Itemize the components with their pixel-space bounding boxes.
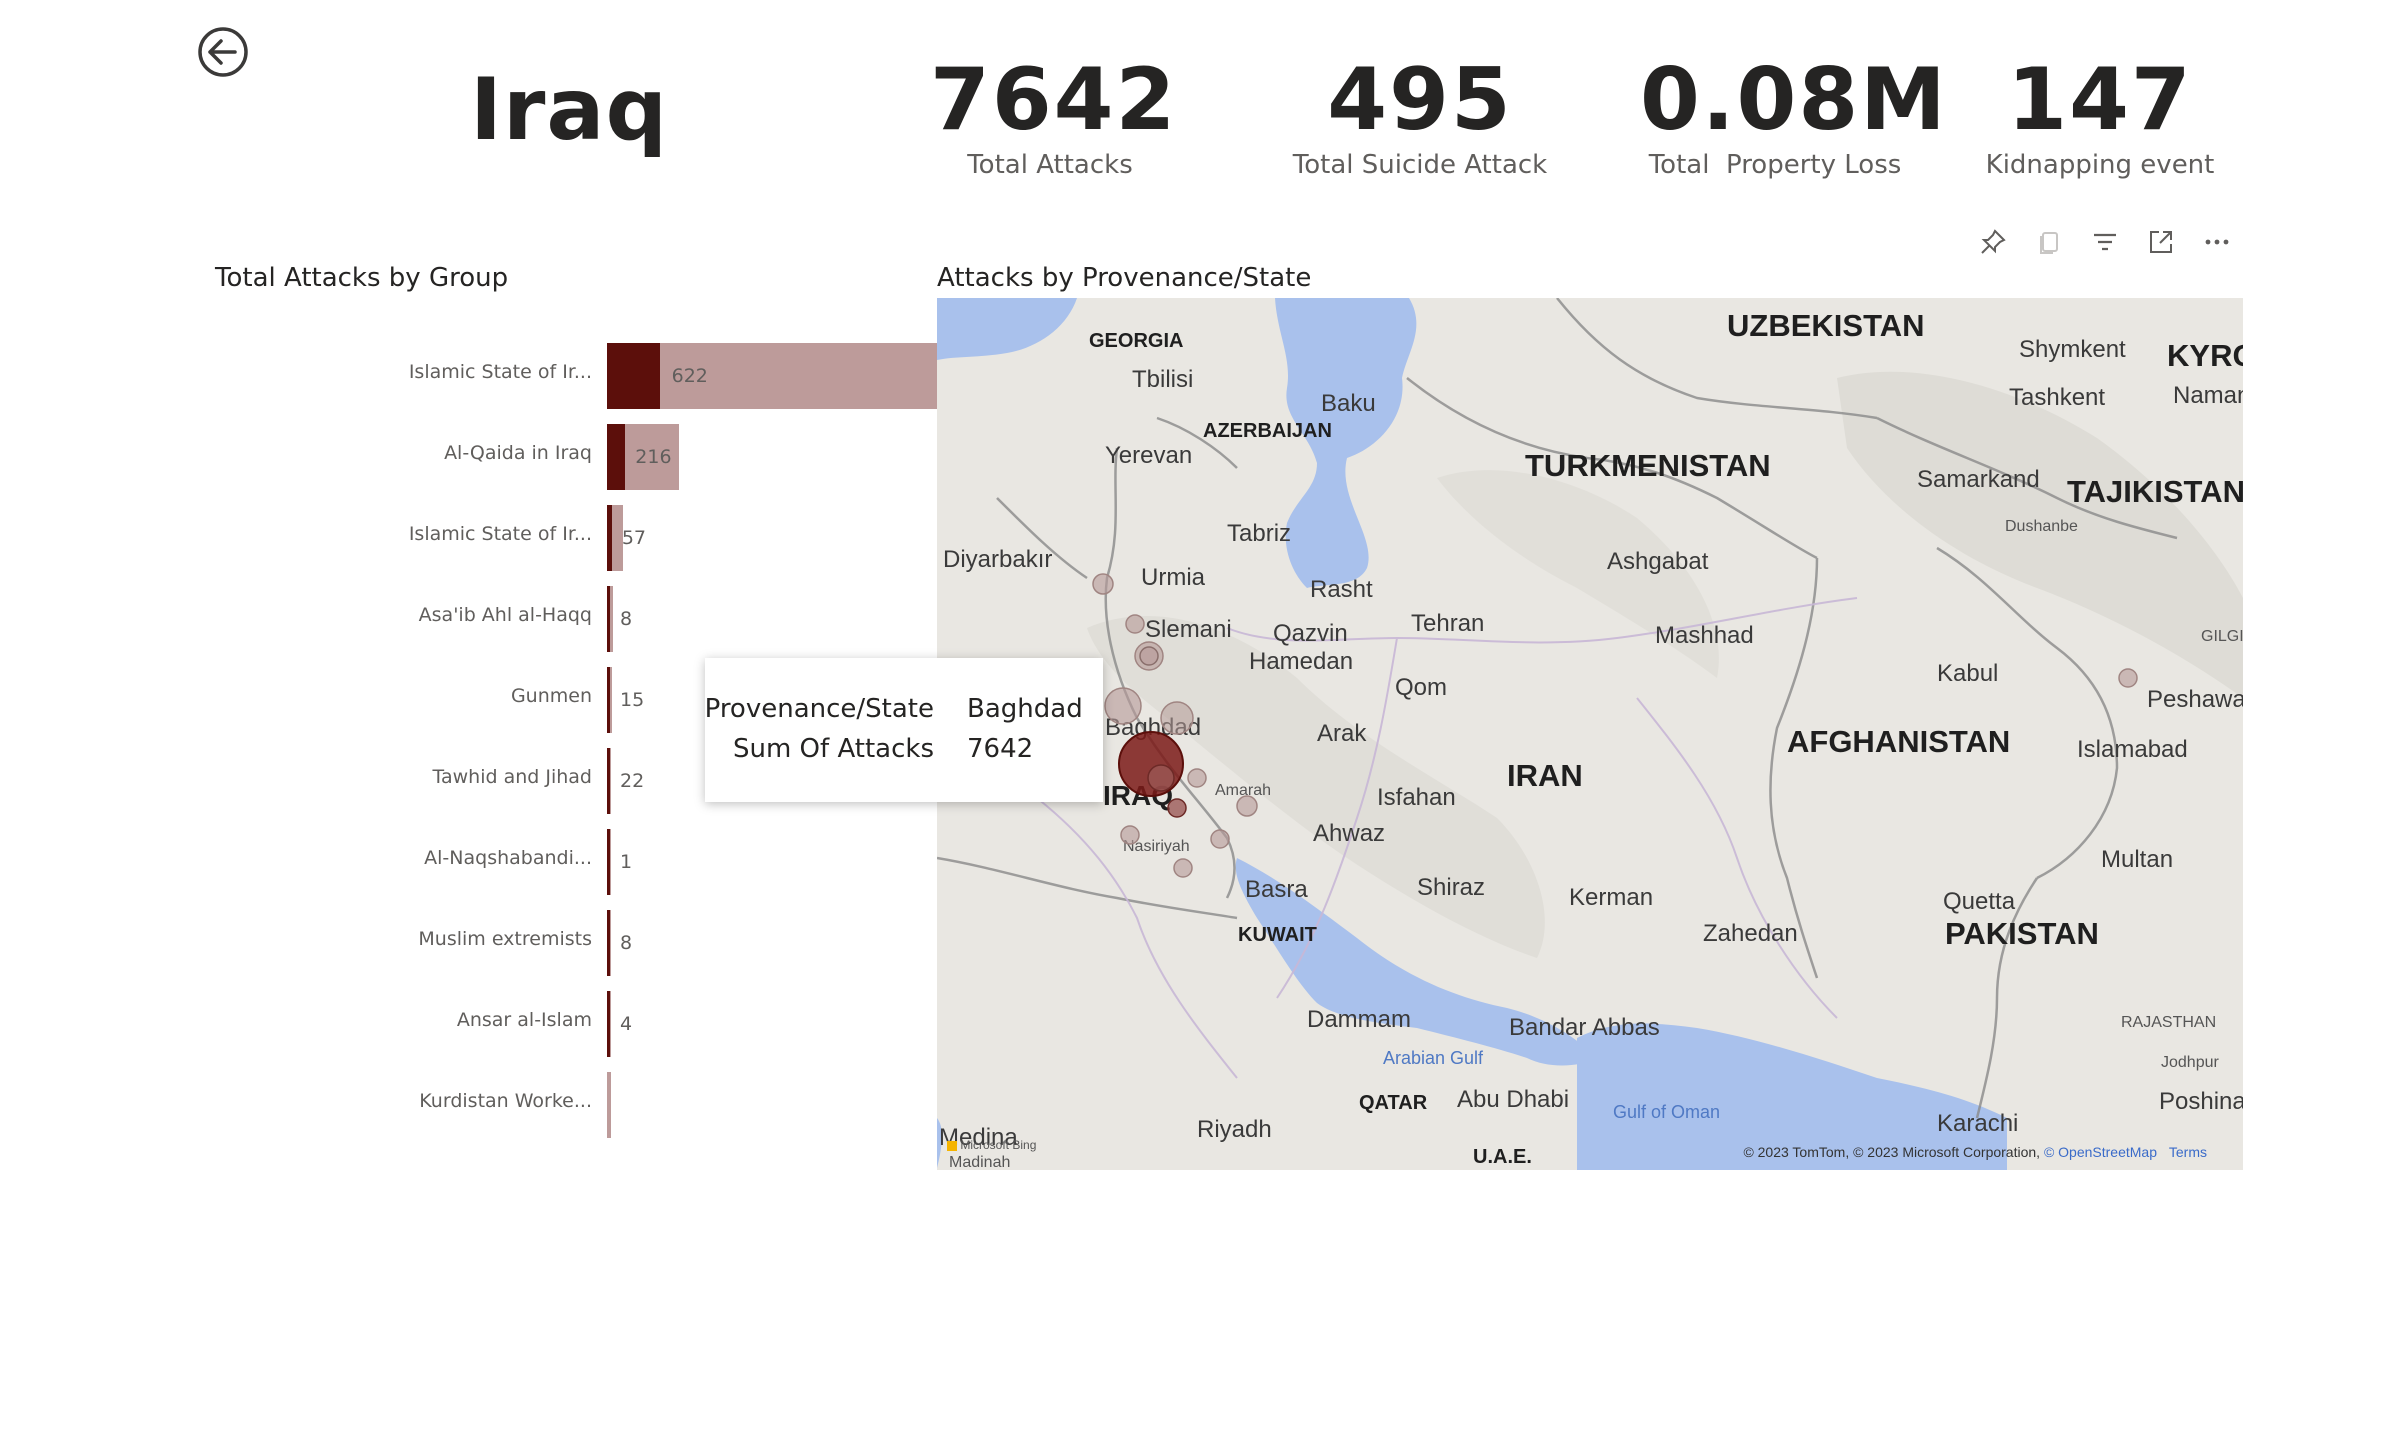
map-bubble[interactable] bbox=[1139, 646, 1159, 666]
bar-category-label: Ansar al-Islam bbox=[456, 1009, 592, 1031]
bar-value-label: 22 bbox=[620, 770, 645, 792]
tooltip-key: Sum Of Attacks bbox=[732, 734, 934, 764]
kpi-label: Total Property Loss bbox=[1648, 150, 1902, 180]
map-canvas[interactable]: UZBEKISTAN KYRG GEORGIA AZERBAIJAN TURKM… bbox=[937, 298, 2243, 1170]
copy-icon bbox=[2040, 232, 2058, 254]
copy-visual-button[interactable] bbox=[2031, 224, 2067, 260]
bar-value-label: 4 bbox=[620, 1013, 633, 1035]
bar-row[interactable]: Al-Qaida in Iraq 216 bbox=[200, 424, 880, 490]
bar-category-label: Islamic State of Ir... bbox=[408, 523, 592, 545]
map-bubble[interactable] bbox=[1187, 768, 1207, 788]
pin-visual-button[interactable] bbox=[1975, 224, 2011, 260]
kpi-label: Kidnapping event bbox=[1985, 150, 2215, 180]
bar-category-label: Gunmen bbox=[510, 685, 592, 707]
bar-highlight[interactable] bbox=[607, 586, 610, 652]
more-options-button[interactable] bbox=[2199, 224, 2235, 260]
bar-highlight[interactable] bbox=[607, 748, 610, 814]
bing-logo: Microsoft Bing bbox=[947, 1138, 1036, 1152]
bar-value-label: 57 bbox=[621, 527, 646, 549]
kpi-value: 147 bbox=[2007, 50, 2193, 150]
focus-mode-icon bbox=[2150, 231, 2172, 253]
bar-row[interactable]: Al-Naqshabandi... 1 bbox=[200, 829, 880, 895]
kpi-card-suicide-attacks[interactable]: 495 Total Suicide Attack bbox=[1290, 50, 1550, 180]
tooltip-value: Baghdad bbox=[967, 694, 1083, 724]
filter-icon bbox=[2094, 233, 2116, 251]
back-arrow-circle-icon bbox=[198, 27, 248, 77]
kpi-card-total-attacks[interactable]: 7642 Total Attacks bbox=[930, 50, 1178, 180]
bar-category-label: Muslim extremists bbox=[418, 928, 592, 950]
bar-highlight[interactable] bbox=[607, 505, 612, 571]
bar-category-label: Al-Qaida in Iraq bbox=[444, 442, 592, 464]
map-bubble[interactable] bbox=[1160, 701, 1194, 735]
terms-link[interactable]: Terms bbox=[2169, 1144, 2207, 1160]
bar-row[interactable]: Islamic State of Ir... 622 bbox=[200, 343, 1073, 409]
tooltip: Provenance/State Baghdad Sum Of Attacks … bbox=[705, 658, 1103, 802]
map-bubble[interactable] bbox=[1104, 687, 1142, 725]
bar-row[interactable]: Kurdistan Worke... bbox=[200, 1072, 880, 1138]
map-title: Attacks by Provenance/State bbox=[937, 263, 1312, 293]
bar-value-label: 8 bbox=[620, 608, 633, 630]
osm-link[interactable]: © OpenStreetMap bbox=[2044, 1144, 2157, 1160]
bar-highlight[interactable] bbox=[607, 343, 660, 409]
kpi-label: Total Suicide Attack bbox=[1292, 150, 1548, 180]
tooltip-value: 7642 bbox=[967, 734, 1034, 764]
visual-header-toolbar bbox=[1975, 224, 2235, 264]
bar-value-label: 8 bbox=[620, 932, 633, 954]
map-attribution: © 2023 TomTom, © 2023 Microsoft Corporat… bbox=[1743, 1144, 2157, 1160]
map-bubble[interactable] bbox=[2118, 668, 2138, 688]
bar-value-label: 15 bbox=[620, 689, 645, 711]
tooltip-key: Provenance/State bbox=[704, 694, 934, 724]
bar-row[interactable]: Islamic State of Ir... 57 bbox=[200, 505, 880, 571]
bar-row[interactable]: Asa'ib Ahl al-Haqq 8 bbox=[200, 586, 880, 652]
map-bubble[interactable] bbox=[1125, 614, 1145, 634]
pin-icon bbox=[1981, 229, 2006, 254]
back-button[interactable] bbox=[196, 25, 250, 79]
kpi-label: Total Attacks bbox=[967, 150, 1133, 180]
bar-value-label: 216 bbox=[635, 446, 672, 468]
country-title: Iraq bbox=[470, 60, 669, 160]
bar-total[interactable] bbox=[607, 1072, 611, 1138]
bar-category-label: Asa'ib Ahl al-Haqq bbox=[418, 604, 592, 626]
kpi-card-kidnapping[interactable]: 147 Kidnapping event bbox=[1980, 50, 2220, 180]
bar-category-label: Al-Naqshabandi... bbox=[424, 847, 592, 869]
bar-category-label: Tawhid and Jihad bbox=[432, 766, 592, 788]
map-bubble[interactable] bbox=[1120, 825, 1140, 845]
bar-highlight[interactable] bbox=[607, 910, 610, 976]
kpi-value: 0.08M bbox=[1640, 50, 1948, 150]
map-bubble[interactable] bbox=[1236, 795, 1258, 817]
bar-highlight[interactable] bbox=[607, 667, 610, 733]
bar-row[interactable]: Muslim extremists 8 bbox=[200, 910, 880, 976]
map-bubble[interactable] bbox=[1147, 764, 1175, 792]
bar-highlight[interactable] bbox=[607, 991, 610, 1057]
map-bubble[interactable] bbox=[1092, 573, 1114, 595]
bar-value-label: 1 bbox=[620, 851, 633, 873]
windows-icon bbox=[947, 1140, 957, 1151]
bar-category-label: Kurdistan Worke... bbox=[419, 1090, 592, 1112]
focus-mode-button[interactable] bbox=[2143, 224, 2179, 260]
filter-button[interactable] bbox=[2087, 224, 2123, 260]
map-bubble[interactable] bbox=[1173, 858, 1193, 878]
bar-highlight[interactable] bbox=[607, 424, 626, 490]
map-bubble[interactable] bbox=[1167, 798, 1187, 818]
bar-category-label: Islamic State of Ir... bbox=[408, 361, 592, 383]
kpi-value: 7642 bbox=[930, 50, 1178, 150]
map-bubble[interactable] bbox=[1210, 829, 1230, 849]
bar-chart-title: Total Attacks by Group bbox=[215, 263, 509, 293]
more-options-icon bbox=[2205, 239, 2229, 245]
bar-highlight[interactable] bbox=[607, 829, 610, 895]
bar-row[interactable]: Ansar al-Islam 4 bbox=[200, 991, 880, 1057]
kpi-card-property-loss[interactable]: 0.08M Total Property Loss bbox=[1640, 50, 1948, 180]
kpi-value: 495 bbox=[1327, 50, 1513, 150]
map-bubbles bbox=[1092, 573, 2138, 878]
bar-value-label: 622 bbox=[671, 365, 708, 387]
